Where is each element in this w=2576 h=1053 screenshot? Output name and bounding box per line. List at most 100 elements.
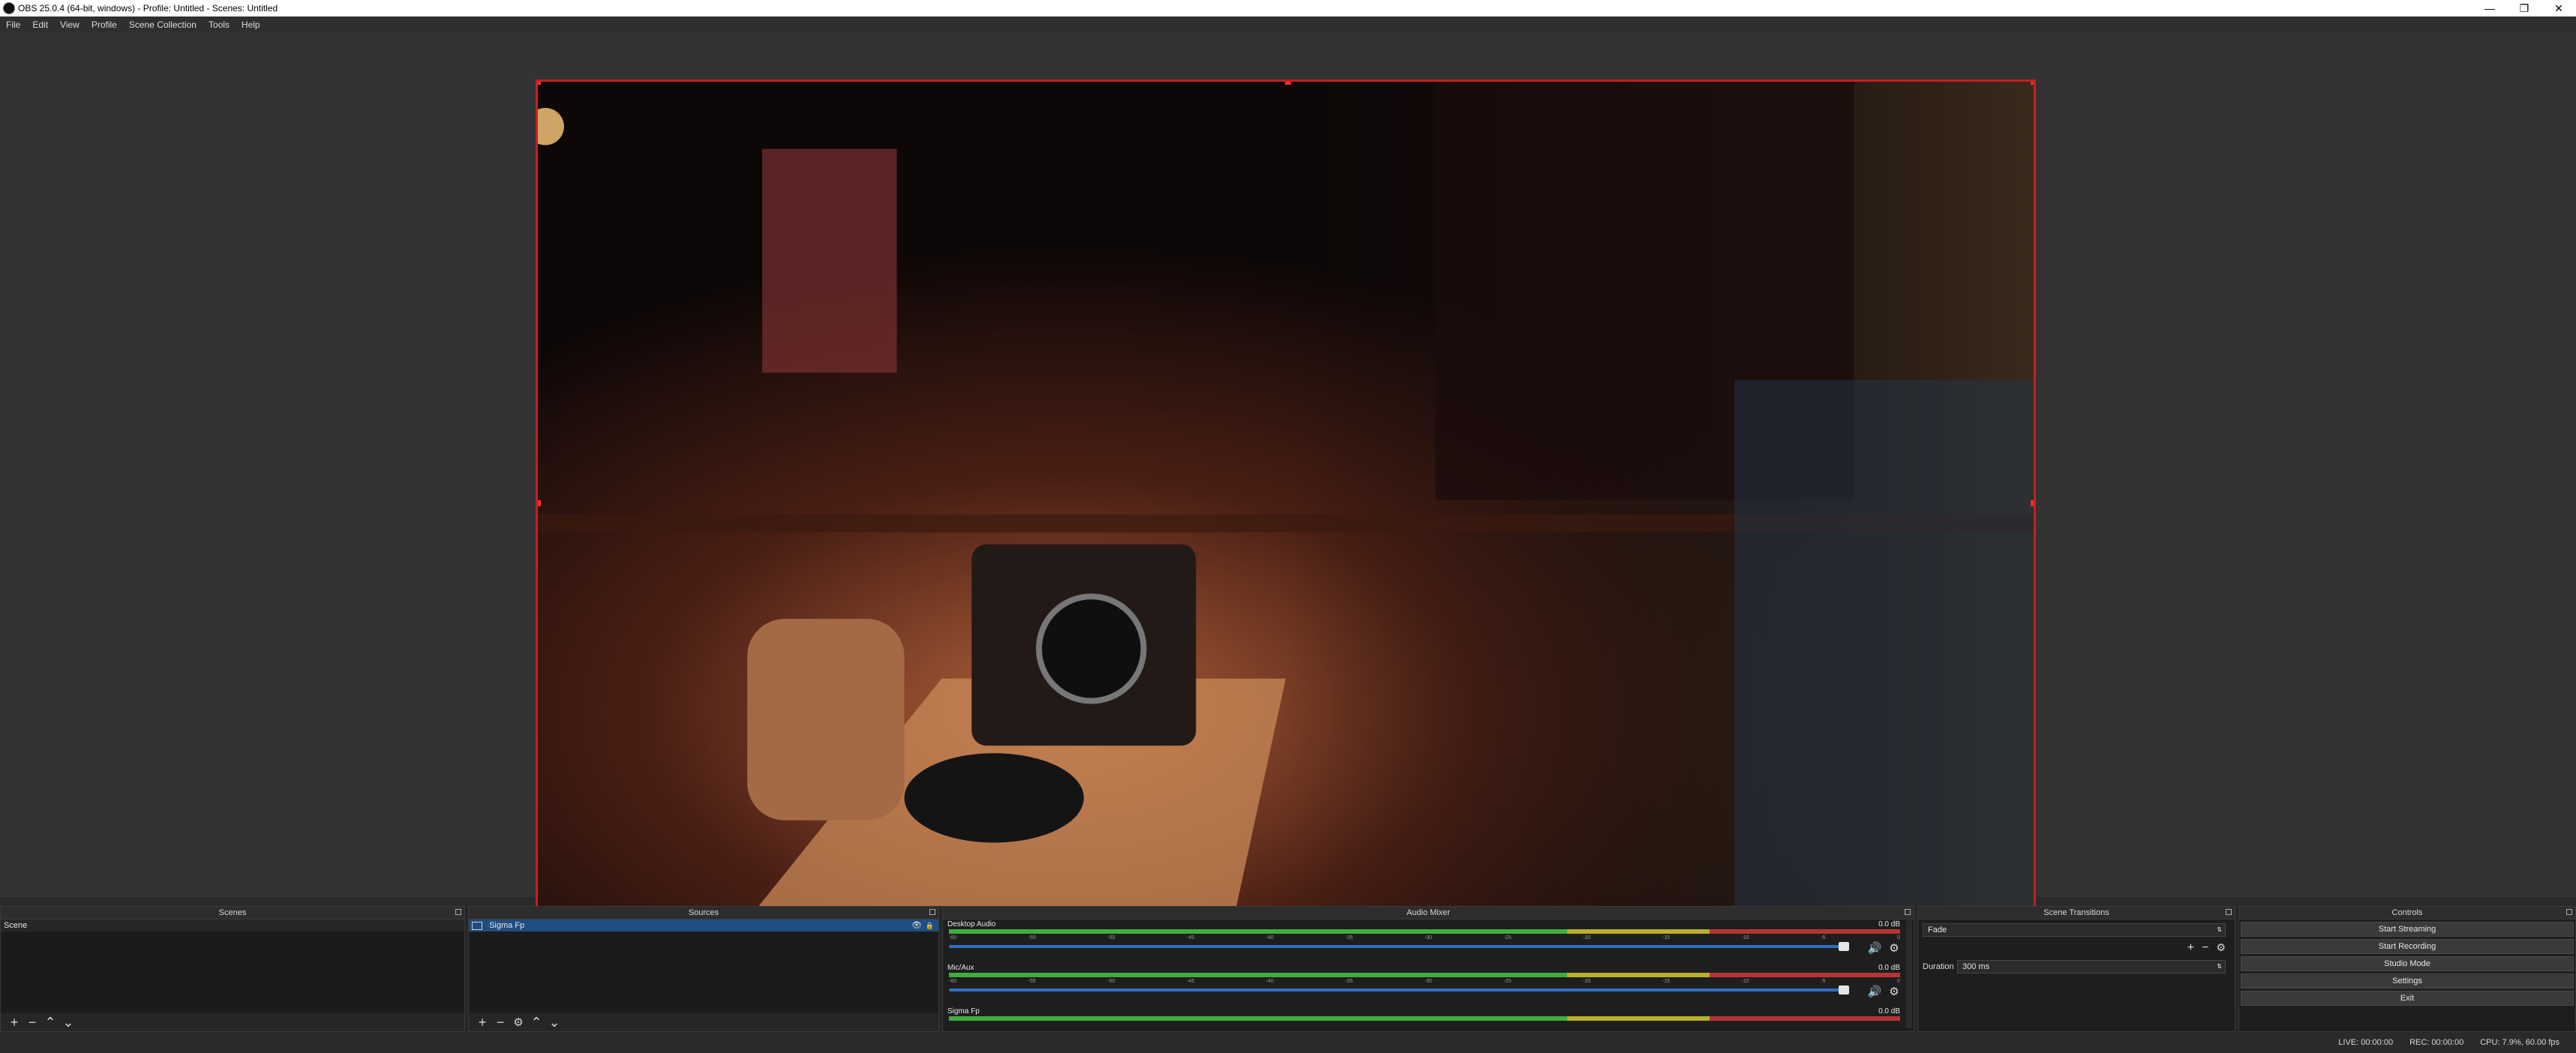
menu-profile[interactable]: Profile (86, 16, 123, 33)
volume-slider-knob[interactable] (1839, 986, 1849, 994)
camera-source-icon (472, 921, 482, 930)
speaker-icon[interactable]: 🔊 (1867, 984, 1882, 999)
controls-dock-header: Controls (2239, 907, 2575, 920)
camera-preview-image (538, 82, 2034, 920)
resize-handle-top[interactable] (1285, 82, 1291, 85)
chevron-updown-icon: ⇅ (2217, 926, 2222, 933)
mixer-scrollbar[interactable] (1906, 920, 1912, 1028)
remove-scene-icon[interactable]: − (23, 1015, 41, 1030)
source-item[interactable]: Sigma Fp 👁 🔒 (469, 920, 938, 932)
audio-mixer-title: Audio Mixer (1406, 908, 1451, 917)
menu-view[interactable]: View (54, 16, 86, 33)
volume-slider[interactable] (949, 988, 1845, 992)
scene-transitions-dock-header: Scene Transitions (1918, 907, 2235, 920)
channel-name: Mic/Aux (947, 964, 974, 972)
channel-name: Desktop Audio (947, 920, 996, 928)
exit-button[interactable]: Exit (2241, 991, 2574, 1006)
duration-input[interactable]: 300 ms ⇅ (1957, 960, 2226, 974)
restore-button[interactable]: ❐ (2507, 0, 2541, 16)
undock-icon[interactable] (455, 909, 461, 915)
scenes-list: Scene (1, 920, 464, 1012)
undock-icon[interactable] (1905, 909, 1911, 915)
minimize-button[interactable]: — (2472, 0, 2507, 16)
move-source-up-icon[interactable]: ⌃ (527, 1015, 545, 1030)
move-scene-down-icon[interactable]: ⌄ (59, 1015, 77, 1030)
close-button[interactable]: ✕ (2541, 0, 2576, 16)
volume-slider[interactable] (949, 945, 1845, 948)
cpu-status: CPU: 7.9%, 60.00 fps (2480, 1038, 2559, 1047)
spinner-icon[interactable]: ⇅ (2217, 961, 2222, 973)
menu-file[interactable]: File (0, 16, 26, 33)
lock-icon[interactable]: 🔒 (926, 920, 934, 932)
window-titlebar: OBS 25.0.4 (64-bit, windows) - Profile: … (0, 0, 2576, 16)
volume-meter (949, 1016, 1900, 1021)
remove-transition-icon[interactable]: − (2202, 941, 2208, 955)
scenes-dock-header: Scenes (1, 907, 464, 920)
scene-transitions-dock: Scene Transitions Fade ⇅ + − ⚙ Duration … (1917, 906, 2235, 1032)
source-label: Sigma Fp (489, 921, 525, 930)
add-scene-icon[interactable]: + (5, 1015, 23, 1030)
resize-handle-tr[interactable] (2031, 82, 2034, 85)
scene-transitions-title: Scene Transitions (2043, 908, 2109, 917)
settings-button[interactable]: Settings (2241, 974, 2574, 988)
status-bar: LIVE: 00:00:00 REC: 00:00:00 CPU: 7.9%, … (0, 1032, 2576, 1053)
volume-slider-knob[interactable] (1839, 942, 1849, 951)
preview-area[interactable] (0, 33, 2576, 922)
sources-list: Sigma Fp 👁 🔒 (469, 920, 938, 1012)
add-transition-icon[interactable]: + (2187, 941, 2194, 955)
volume-meter (949, 973, 1900, 977)
resize-handle-tl[interactable] (538, 82, 541, 85)
meter-ticks: -60 -55 -50 -45 -40 -35 -30 -25 -20 -15 -10 -5 0 (949, 979, 1900, 984)
studio-mode-button[interactable]: Studio Mode (2241, 956, 2574, 971)
start-recording-button[interactable]: Start Recording (2241, 939, 2574, 954)
add-source-icon[interactable]: + (473, 1015, 491, 1030)
window-title: OBS 25.0.4 (64-bit, windows) - Profile: … (18, 3, 278, 14)
menu-bar: File Edit View Profile Scene Collection … (0, 16, 2576, 33)
speaker-icon[interactable]: 🔊 (1867, 940, 1882, 956)
remove-source-icon[interactable]: − (491, 1015, 509, 1030)
resize-handle-left[interactable] (538, 500, 541, 506)
duration-label: Duration (1923, 962, 1954, 971)
sources-dock-header: Sources (469, 907, 938, 920)
channel-name: Sigma Fp (947, 1007, 980, 1016)
menu-scene-collection[interactable]: Scene Collection (123, 16, 203, 33)
transition-select[interactable]: Fade ⇅ (1923, 923, 2226, 937)
transition-actions: + − ⚙ (2187, 941, 2226, 955)
meter-ticks: -60 -55 -50 -45 -40 -35 -30 -25 -20 -15 -10 -5 0 (949, 935, 1900, 940)
scenes-dock: Scenes Scene + − ⌃ ⌄ (0, 906, 465, 1032)
source-properties-icon[interactable]: ⚙ (509, 1015, 527, 1030)
scenes-toolbar: + − ⌃ ⌄ (1, 1013, 464, 1031)
volume-meter (949, 929, 1900, 934)
audio-mixer-dock: Audio Mixer Desktop Audio 0.0 dB -60 -55-… (942, 906, 1914, 1032)
live-timer: LIVE: 00:00:00 (2338, 1038, 2394, 1047)
menu-edit[interactable]: Edit (26, 16, 54, 33)
sources-dock: Sources Sigma Fp 👁 🔒 + − ⚙ ⌃ ⌄ (468, 906, 939, 1032)
channel-db: 0.0 dB (1878, 920, 1900, 928)
move-source-down-icon[interactable]: ⌄ (545, 1015, 563, 1030)
rec-timer: REC: 00:00:00 (2409, 1038, 2464, 1047)
start-streaming-button[interactable]: Start Streaming (2241, 922, 2574, 937)
audio-channel-desktop: Desktop Audio 0.0 dB -60 -55 -50 -45 -40 -35-… (946, 920, 1905, 962)
move-scene-up-icon[interactable]: ⌃ (41, 1015, 59, 1030)
resize-handle-right[interactable] (2031, 500, 2034, 506)
undock-icon[interactable] (2226, 909, 2232, 915)
controls-title: Controls (2391, 908, 2423, 917)
audio-mixer-dock-header: Audio Mixer (943, 907, 1914, 920)
scene-item[interactable]: Scene (1, 920, 464, 932)
docks-area: Scenes Scene + − ⌃ ⌄ Sources Sigma Fp 👁 … (0, 906, 2576, 1053)
eye-icon[interactable]: 👁 (911, 920, 922, 932)
scenes-title: Scenes (218, 908, 247, 917)
undock-icon[interactable] (2566, 909, 2572, 915)
channel-db: 0.0 dB (1878, 1007, 1900, 1016)
controls-dock: Controls Start Streaming Start Recording… (2238, 906, 2576, 1032)
gear-icon[interactable]: ⚙ (1887, 940, 1902, 956)
undock-icon[interactable] (929, 909, 935, 915)
menu-help[interactable]: Help (236, 16, 266, 33)
audio-channel-sigma: Sigma Fp 0.0 dB (946, 1007, 1905, 1030)
gear-icon[interactable]: ⚙ (2216, 941, 2226, 955)
preview-source-frame[interactable] (536, 80, 2036, 922)
menu-tools[interactable]: Tools (203, 16, 236, 33)
gear-icon[interactable]: ⚙ (1887, 984, 1902, 999)
sources-toolbar: + − ⚙ ⌃ ⌄ (469, 1013, 938, 1031)
audio-channel-mic: Mic/Aux 0.0 dB -60 -55 -50 -45 -40 -35 -30 -25-… (946, 964, 1905, 1006)
